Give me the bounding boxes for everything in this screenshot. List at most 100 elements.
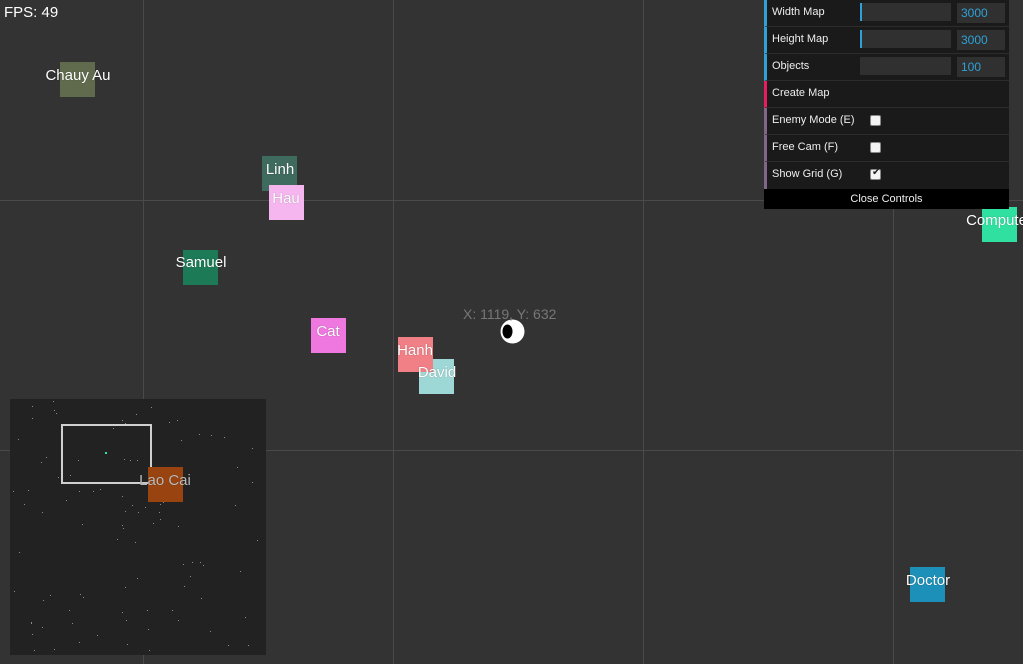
minimap-dot bbox=[122, 420, 123, 421]
height-map-label: Height Map bbox=[772, 33, 829, 45]
minimap-dot bbox=[257, 540, 258, 541]
enemy-mode-control: Enemy Mode (E) bbox=[764, 108, 1009, 135]
create-map-label: Create Map bbox=[772, 87, 830, 99]
minimap-dot bbox=[200, 562, 201, 563]
minimap-dot bbox=[13, 491, 14, 492]
minimap-dot bbox=[252, 448, 253, 449]
entity-label-doctor: Doctor bbox=[905, 572, 951, 589]
player-icon bbox=[500, 319, 525, 344]
minimap-dot bbox=[201, 598, 202, 599]
minimap-dot bbox=[125, 511, 126, 512]
minimap-dot bbox=[32, 418, 33, 419]
minimap-dot bbox=[123, 528, 124, 529]
minimap-dot bbox=[210, 631, 211, 632]
minimap-dot bbox=[78, 460, 79, 461]
width-map-control: Width Map bbox=[764, 0, 1009, 27]
minimap-dot bbox=[93, 491, 94, 492]
minimap-dot bbox=[252, 482, 253, 483]
grid-line bbox=[393, 0, 394, 664]
minimap-dot bbox=[122, 496, 123, 497]
minimap[interactable] bbox=[10, 399, 266, 655]
width-map-slider[interactable] bbox=[860, 3, 951, 21]
minimap-dot bbox=[137, 578, 138, 579]
height-map-slider[interactable] bbox=[860, 30, 951, 48]
minimap-dot bbox=[58, 477, 59, 478]
minimap-dot bbox=[211, 435, 212, 436]
minimap-dot bbox=[203, 565, 204, 566]
minimap-dot bbox=[113, 428, 114, 429]
player-coordinates: X: 1119, Y: 632 bbox=[463, 306, 557, 322]
minimap-dot bbox=[190, 576, 191, 577]
objects-control: Objects bbox=[764, 54, 1009, 81]
width-map-label: Width Map bbox=[772, 6, 825, 18]
minimap-dot bbox=[18, 439, 19, 440]
objects-slider[interactable] bbox=[860, 57, 951, 75]
entity-label-samuel: Samuel bbox=[175, 254, 227, 271]
minimap-dot bbox=[42, 512, 43, 513]
minimap-dot bbox=[32, 406, 33, 407]
minimap-dot bbox=[14, 591, 15, 592]
minimap-dot bbox=[66, 500, 67, 501]
minimap-dot bbox=[79, 491, 80, 492]
minimap-dot bbox=[124, 459, 125, 460]
minimap-dot bbox=[122, 525, 123, 526]
minimap-dot bbox=[136, 414, 137, 415]
width-map-input[interactable] bbox=[957, 3, 1005, 23]
minimap-dot bbox=[70, 475, 71, 476]
close-controls-button[interactable]: Close Controls bbox=[764, 189, 1009, 209]
minimap-dot bbox=[54, 649, 55, 650]
minimap-dot bbox=[117, 539, 118, 540]
fps-counter: FPS: 49 bbox=[4, 4, 59, 21]
minimap-dot bbox=[32, 634, 33, 635]
minimap-dot bbox=[83, 597, 84, 598]
minimap-dot bbox=[248, 645, 249, 646]
entity-label-linh: Linh bbox=[265, 161, 295, 178]
show-grid-checkbox[interactable] bbox=[870, 167, 881, 180]
minimap-dot bbox=[178, 620, 179, 621]
show-grid-label: Show Grid (G) bbox=[772, 168, 843, 180]
minimap-dot bbox=[153, 523, 154, 524]
minimap-dot bbox=[178, 526, 179, 527]
free-cam-checkbox[interactable] bbox=[870, 142, 881, 153]
height-map-control: Height Map bbox=[764, 27, 1009, 54]
minimap-dot bbox=[184, 586, 185, 587]
minimap-dot bbox=[159, 512, 160, 513]
show-grid-control: Show Grid (G) bbox=[764, 162, 1009, 189]
minimap-dot bbox=[72, 623, 73, 624]
minimap-dot bbox=[181, 440, 182, 441]
minimap-dot bbox=[132, 505, 133, 506]
minimap-dot bbox=[80, 594, 81, 595]
objects-label: Objects bbox=[772, 60, 810, 72]
minimap-dot bbox=[46, 457, 47, 458]
minimap-dot bbox=[122, 612, 123, 613]
minimap-dot bbox=[151, 407, 152, 408]
minimap-dot bbox=[245, 617, 246, 618]
minimap-dot bbox=[237, 467, 238, 468]
height-map-input[interactable] bbox=[957, 30, 1005, 50]
minimap-dot bbox=[130, 460, 131, 461]
entity-label-cat: Cat bbox=[316, 323, 340, 340]
minimap-dot bbox=[31, 623, 32, 624]
minimap-dot bbox=[199, 434, 200, 435]
enemy-mode-checkbox[interactable] bbox=[870, 115, 881, 126]
minimap-dot bbox=[69, 610, 70, 611]
entity-label-hau: Hau bbox=[272, 190, 300, 207]
minimap-dot bbox=[148, 629, 149, 630]
minimap-dot bbox=[240, 571, 241, 572]
minimap-dot bbox=[125, 423, 126, 424]
minimap-dot bbox=[135, 542, 136, 543]
entity-label-chauy-au: Chauy Au bbox=[45, 67, 111, 84]
minimap-dot bbox=[149, 650, 150, 651]
minimap-dot bbox=[147, 610, 148, 611]
minimap-dot bbox=[169, 422, 170, 423]
minimap-dot bbox=[53, 401, 54, 402]
free-cam-control: Free Cam (F) bbox=[764, 135, 1009, 162]
minimap-dot bbox=[100, 489, 101, 490]
create-map-button[interactable]: Create Map bbox=[764, 81, 1009, 108]
minimap-dot bbox=[125, 587, 126, 588]
entity-label-computer: Computer bbox=[966, 212, 1023, 229]
objects-input[interactable] bbox=[957, 57, 1005, 77]
minimap-dot bbox=[41, 462, 42, 463]
minimap-dot bbox=[138, 512, 139, 513]
minimap-dot bbox=[126, 620, 127, 621]
